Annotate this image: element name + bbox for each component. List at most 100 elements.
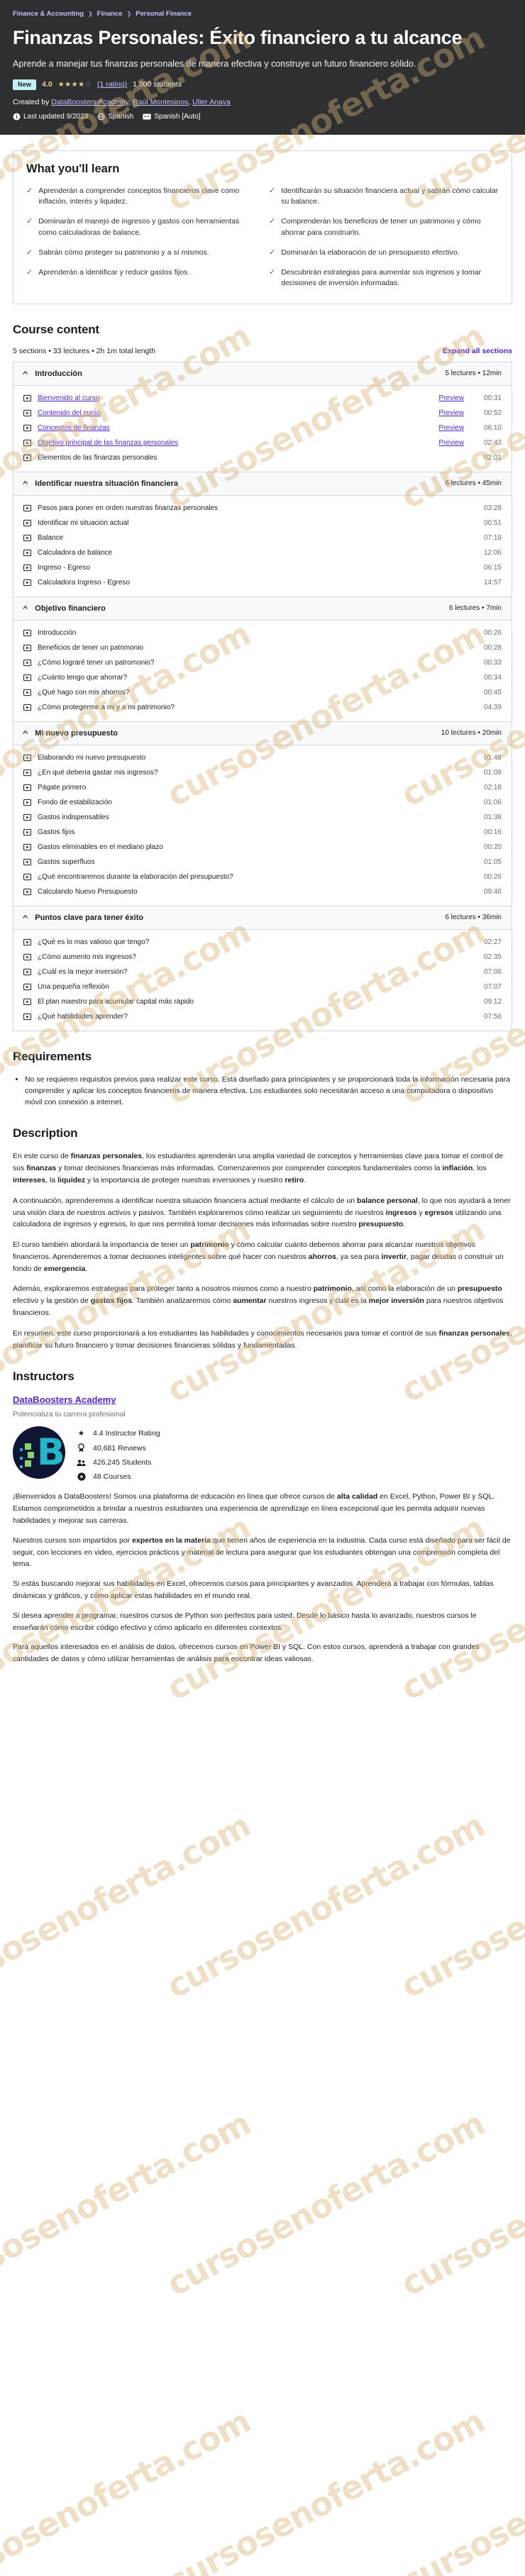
lecture-row[interactable]: ¿Qué es lo mas valioso que tengo? 02:27 (13, 935, 512, 950)
lecture-row[interactable]: Elementos de las finanzas personales 02:0… (13, 450, 512, 465)
lecture-row[interactable]: Gastos fijos 00:16 (13, 825, 512, 840)
video-icon (23, 799, 31, 806)
instructor-link-1[interactable]: Raúl Montesinos (133, 98, 188, 106)
section-header[interactable]: ^ Objetivo financiero 6 lectures • 7min (13, 596, 512, 621)
lecture-row[interactable]: Contenido del curso Preview 00:52 (13, 406, 512, 421)
lecture-duration: 07:19 (483, 533, 502, 542)
instructor-bio-paragraph: Nuestros cursos son impartidos por exper… (13, 1536, 511, 1569)
breadcrumb-item-0[interactable]: Finance & Accounting (13, 10, 84, 18)
lecture-row[interactable]: Introducción 00:26 (13, 626, 512, 640)
lecture-row[interactable]: Fondo de estabilización 01:06 (13, 795, 512, 810)
lecture-row[interactable]: Calculadora Ingreso - Egreso 14:57 (13, 575, 512, 590)
instructor-stat-value: 48 Courses (93, 1472, 131, 1482)
lecture-row[interactable]: ¿Qué hago con mis ahorros? 00:45 (13, 685, 512, 700)
lecture-duration: 06:10 (483, 423, 502, 432)
rating-count-link[interactable]: (1 rating) (97, 80, 127, 89)
lecture-row[interactable]: Conceptos de finanzas Preview 06:10 (13, 421, 512, 435)
instructor-link-2[interactable]: Ulier Anaya (192, 98, 231, 106)
video-icon (23, 769, 31, 777)
lecture-row[interactable]: ¿Cómo protegerme a mi y a mi patrimonio?… (13, 700, 512, 715)
lecture-row[interactable]: Calculando Nuevo Presupuesto 09:46 (13, 884, 512, 899)
chevron-up-icon: ^ (22, 914, 28, 921)
preview-link[interactable]: Preview (438, 424, 464, 432)
lecture-row[interactable]: Calculadora de balance 12:06 (13, 545, 512, 560)
watermark-text: cursosenoferta.com (160, 1806, 491, 2006)
lecture-row[interactable]: Una pequeña reflexión 07:07 (13, 979, 512, 994)
section-header[interactable]: ^ Identificar nuestra situación financier… (13, 472, 512, 496)
lecture-row[interactable]: Págate primero 02:18 (13, 780, 512, 795)
lecture-row[interactable]: ¿Cuál es la mejor inversión? 07:06 (13, 965, 512, 979)
lecture-title: Fondo de estabilización (38, 798, 113, 806)
requirements-title: Requirements (13, 1049, 92, 1063)
lecture-duration: 02:35 (483, 953, 502, 961)
lecture-title[interactable]: Objetivo principal de las finanzas perso… (38, 439, 432, 447)
lecture-row[interactable]: ¿En qué debería gastar mis ingresos? 01:0… (13, 765, 512, 780)
preview-link[interactable]: Preview (438, 409, 464, 417)
lecture-row[interactable]: Ingreso - Egreso 06:15 (13, 560, 512, 575)
lecture-title[interactable]: Bienvenido al curso (38, 394, 432, 402)
lecture-row[interactable]: Beneficios de tener un patrimonio 00:28 (13, 640, 512, 655)
lecture-row[interactable]: Elaborando mi nuevo presupuesto 01:48 (13, 750, 512, 765)
lecture-title: Calculadora Ingreso - Egreso (38, 578, 131, 587)
lecture-row[interactable]: Gastos superfluos 01:05 (13, 855, 512, 870)
lecture-title: El plan maestro para acumular capital má… (38, 997, 194, 1006)
lecture-row[interactable]: Gastos eliminables en el mediano plazo 00… (13, 840, 512, 855)
check-icon: ✓ (269, 186, 276, 195)
expand-all-sections-button[interactable]: Expand all sections (443, 347, 512, 355)
video-icon (23, 674, 31, 682)
section-title: Objetivo financiero (35, 604, 106, 613)
lecture-title[interactable]: Contenido del curso (38, 409, 432, 417)
preview-link[interactable]: Preview (438, 439, 464, 447)
lecture-title[interactable]: Conceptos de finanzas (38, 424, 432, 432)
lecture-row[interactable]: Gastos indispensables 01:38 (13, 810, 512, 825)
lecture-row[interactable]: El plan maestro para acumular capital má… (13, 994, 512, 1009)
lecture-title: Elementos de las finanzas personales (38, 453, 158, 462)
lecture-row[interactable]: ¿Cuánto tengo que ahorrar? 00:34 (13, 670, 512, 685)
section-meta: 6 lectures • 36min (445, 914, 502, 922)
video-icon (23, 843, 31, 851)
description-paragraph: En resumen, este curso proporcionará a l… (13, 1328, 512, 1350)
lecture-duration: 12:06 (483, 548, 502, 557)
lecture-row[interactable]: ¿Qué habilidades aprender? 07:56 (13, 1009, 512, 1024)
video-icon (23, 998, 31, 1006)
breadcrumb-item-2[interactable]: Personal Finance (136, 10, 192, 18)
section-header[interactable]: ^ Puntos clave para tener éxito 6 lectures… (13, 906, 512, 930)
instructor-link-0[interactable]: DataBoosters Academy (51, 98, 128, 106)
instructor-tagline: Potencializa tu carrera profesional (13, 1410, 126, 1419)
lecture-duration: 00:20 (483, 843, 502, 851)
video-icon (23, 814, 31, 821)
lecture-duration: 04:39 (483, 703, 502, 711)
lecture-row[interactable]: Balance 07:19 (13, 531, 512, 545)
created-by-row: Created by DataBoosters Academy, Raúl Mo… (13, 97, 231, 106)
lecture-duration: 03:28 (483, 504, 502, 512)
video-icon (23, 938, 31, 946)
section-header[interactable]: ^ Introducción 5 lectures • 12min (13, 362, 512, 386)
video-icon (23, 549, 31, 557)
check-icon: ✓ (269, 248, 276, 257)
watermark-text: cursosenoferta.com (0, 2104, 257, 2304)
award-icon (77, 1443, 86, 1453)
learn-item-text: Dominarán la elaboración de un presupues… (281, 248, 460, 257)
section-header[interactable]: ^ Mi nuevo presupuesto 10 lectures • 20min (13, 721, 512, 745)
section-meta: 10 lectures • 20min (441, 729, 502, 738)
lecture-title: Gastos superfluos (38, 857, 95, 866)
breadcrumb-item-1[interactable]: Finance (97, 10, 123, 18)
lecture-row[interactable]: Bienvenido al curso Preview 00:31 (13, 391, 512, 406)
video-icon (23, 983, 31, 991)
lecture-row[interactable]: Objetivo principal de las finanzas perso… (13, 435, 512, 450)
instructor-stat-reviews: 40,681 Reviews (77, 1443, 160, 1453)
section-meta: 5 lectures • 12min (445, 370, 502, 378)
lecture-duration: 02:47 (483, 438, 502, 447)
star-icon: ★ (77, 1429, 85, 1438)
lecture-row[interactable]: Pasos para poner en orden nuestras finan… (13, 501, 512, 516)
instructor-name-link[interactable]: DataBoosters Academy (13, 1394, 116, 1405)
lecture-title: Págate primero (38, 783, 87, 792)
section-body: Introducción 00:26 Beneficios de tener un … (13, 621, 512, 722)
video-icon (23, 828, 31, 836)
lecture-row[interactable]: ¿Cómo aumento mis ingresos? 02:35 (13, 950, 512, 965)
instructor-bio: ¡Bienvenidos a DataBoosters! Somos una p… (13, 1491, 512, 1665)
preview-link[interactable]: Preview (438, 394, 464, 402)
lecture-row[interactable]: ¿Cómo lograré tener un patromonio? 00:33 (13, 655, 512, 670)
lecture-row[interactable]: ¿Qué encontraremos durante la elaboració… (13, 870, 512, 884)
lecture-row[interactable]: Identificar mi situación actual 00:51 (13, 516, 512, 531)
